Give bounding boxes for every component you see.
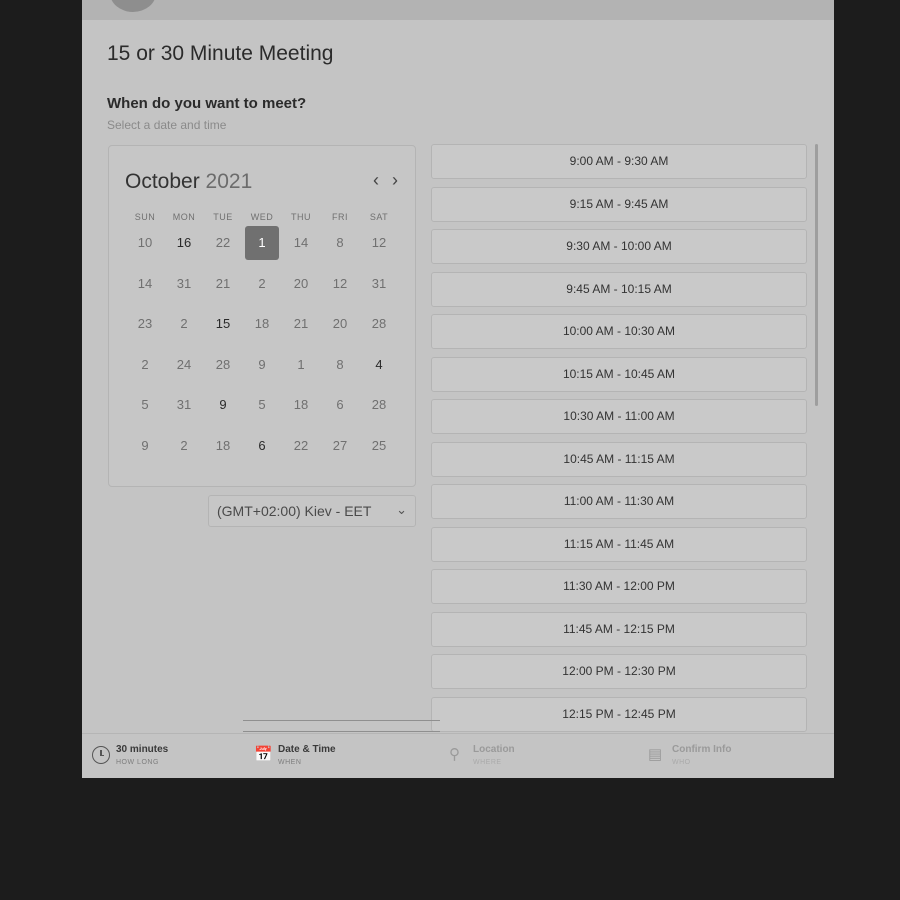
time-slot-button[interactable]: 12:15 PM - 12:45 PM	[431, 696, 807, 732]
time-slot-button[interactable]: 10:45 AM - 11:15 AM	[431, 441, 807, 477]
calendar-day[interactable]: 31	[362, 267, 396, 301]
calendar-day[interactable]: 18	[245, 307, 279, 341]
calendar-day[interactable]: 21	[284, 307, 318, 341]
calendar-day[interactable]: 22	[284, 429, 318, 463]
calendar-day[interactable]: 15	[206, 307, 240, 341]
calendar-day[interactable]: 18	[206, 429, 240, 463]
calendar-day[interactable]: 14	[128, 267, 162, 301]
clock-icon	[92, 746, 110, 764]
calendar-day[interactable]: 28	[206, 348, 240, 382]
avatar	[110, 0, 156, 12]
calendar-day[interactable]: 28	[362, 307, 396, 341]
calendar-day[interactable]: 5	[128, 388, 162, 422]
step-duration-label: 30 minutes	[116, 744, 169, 755]
calendar-day[interactable]: 8	[323, 226, 357, 260]
weekday-label: TUE	[213, 212, 233, 222]
time-slot-button[interactable]: 9:45 AM - 10:15 AM	[431, 271, 807, 307]
calendar-month-label: October 2021	[125, 170, 252, 194]
calendar-day[interactable]: 2	[167, 307, 201, 341]
calendar-day[interactable]: 1	[284, 348, 318, 382]
calendar-day[interactable]: 31	[167, 267, 201, 301]
time-slot-button[interactable]: 11:15 AM - 11:45 AM	[431, 526, 807, 562]
calendar-day[interactable]: 4	[362, 348, 396, 382]
time-slot-button[interactable]: 12:00 PM - 12:30 PM	[431, 654, 807, 689]
calendar-day[interactable]: 20	[284, 267, 318, 301]
calendar-icon: 📅	[254, 746, 273, 763]
step-confirm-sub: WHO	[672, 759, 691, 766]
time-slot-button[interactable]: 10:15 AM - 10:45 AM	[431, 356, 807, 392]
weekday-label: MON	[172, 212, 196, 222]
location-pin-icon: ⚲	[449, 746, 460, 763]
chevron-left-icon[interactable]: ‹	[373, 170, 379, 191]
chevron-down-icon: ⌄	[396, 502, 407, 517]
calendar-day[interactable]: 6	[245, 429, 279, 463]
time-slot-button[interactable]: 9:30 AM - 10:00 AM	[431, 229, 807, 264]
calendar-month: October	[125, 170, 200, 193]
calendar-day[interactable]: 2	[128, 348, 162, 382]
step-location-sub: WHERE	[473, 759, 502, 766]
calendar-day[interactable]: 9	[245, 348, 279, 382]
time-slot-button[interactable]: 10:00 AM - 10:30 AM	[431, 314, 807, 349]
weekday-label: THU	[291, 212, 311, 222]
page-title: 15 or 30 Minute Meeting	[107, 42, 334, 65]
calendar-day[interactable]: 22	[206, 226, 240, 260]
step-date-time-sub: WHEN	[278, 759, 302, 766]
chevron-right-icon[interactable]: ›	[392, 170, 398, 191]
weekday-label: SAT	[369, 212, 389, 222]
calendar-day[interactable]: 16	[167, 226, 201, 260]
time-slot-list[interactable]: 9:00 AM - 9:30 AM 9:15 AM - 9:45 AM 9:30 A…	[431, 144, 807, 734]
calendar-year: 2021	[205, 170, 253, 193]
calendar-day[interactable]: 12	[362, 226, 396, 260]
calendar-day[interactable]: 6	[323, 388, 357, 422]
calendar-day[interactable]: 9	[128, 429, 162, 463]
date-picker: October 2021 ‹ › SUN MON TUE WED THU FRI SAT 1…	[108, 145, 416, 487]
section-question: When do you want to meet?	[107, 95, 307, 112]
calendar-day[interactable]: 5	[245, 388, 279, 422]
step-bar: 30 minutes HOW LONG 📅 Date & Time WHEN ⚲…	[82, 720, 834, 778]
calendar-day[interactable]: 10	[128, 226, 162, 260]
calendar-day[interactable]: 18	[284, 388, 318, 422]
calendar-day[interactable]: 28	[362, 388, 396, 422]
time-slot-button[interactable]: 11:45 AM - 12:15 PM	[431, 611, 807, 647]
calendar-day[interactable]: 8	[323, 348, 357, 382]
calendar-day[interactable]: 31	[167, 388, 201, 422]
time-slot-button[interactable]: 9:00 AM - 9:30 AM	[431, 144, 807, 179]
calendar-day[interactable]: 27	[323, 429, 357, 463]
document-icon: ▤	[648, 746, 663, 763]
step-date-time-label: Date & Time	[278, 744, 336, 755]
calendar-day[interactable]: 25	[362, 429, 396, 463]
calendar-day-selected[interactable]: 1	[245, 226, 279, 260]
time-slot-button[interactable]: 11:00 AM - 11:30 AM	[431, 484, 807, 519]
step-progress-indicator	[243, 720, 440, 732]
calendar-day[interactable]: 21	[206, 267, 240, 301]
calendar-day[interactable]: 2	[167, 429, 201, 463]
calendar-day[interactable]: 24	[167, 348, 201, 382]
calendar-day[interactable]: 20	[323, 307, 357, 341]
calendar-day[interactable]: 2	[245, 267, 279, 301]
weekday-label: WED	[250, 212, 274, 222]
calendar-day[interactable]: 14	[284, 226, 318, 260]
timezone-value: (GMT+02:00) Kiev - EET	[217, 503, 372, 519]
calendar-day[interactable]: 12	[323, 267, 357, 301]
weekday-label: FRI	[332, 212, 348, 222]
step-duration-sub: HOW LONG	[116, 759, 159, 766]
time-slot-button[interactable]: 11:30 AM - 12:00 PM	[431, 569, 807, 604]
section-subtitle: Select a date and time	[107, 118, 227, 132]
time-slot-button[interactable]: 9:15 AM - 9:45 AM	[431, 186, 807, 222]
time-slot-button[interactable]: 10:30 AM - 11:00 AM	[431, 399, 807, 434]
step-confirm-label: Confirm Info	[672, 744, 732, 755]
weekday-label: SUN	[134, 212, 156, 222]
booking-panel: 15 or 30 Minute Meeting When do you want…	[82, 0, 834, 778]
timezone-select[interactable]: (GMT+02:00) Kiev - EET ⌄	[208, 495, 416, 527]
scrollbar[interactable]	[815, 144, 818, 406]
step-location-label: Location	[473, 744, 515, 755]
host-header	[82, 0, 834, 20]
calendar-day[interactable]: 9	[206, 388, 240, 422]
calendar-day[interactable]: 23	[128, 307, 162, 341]
